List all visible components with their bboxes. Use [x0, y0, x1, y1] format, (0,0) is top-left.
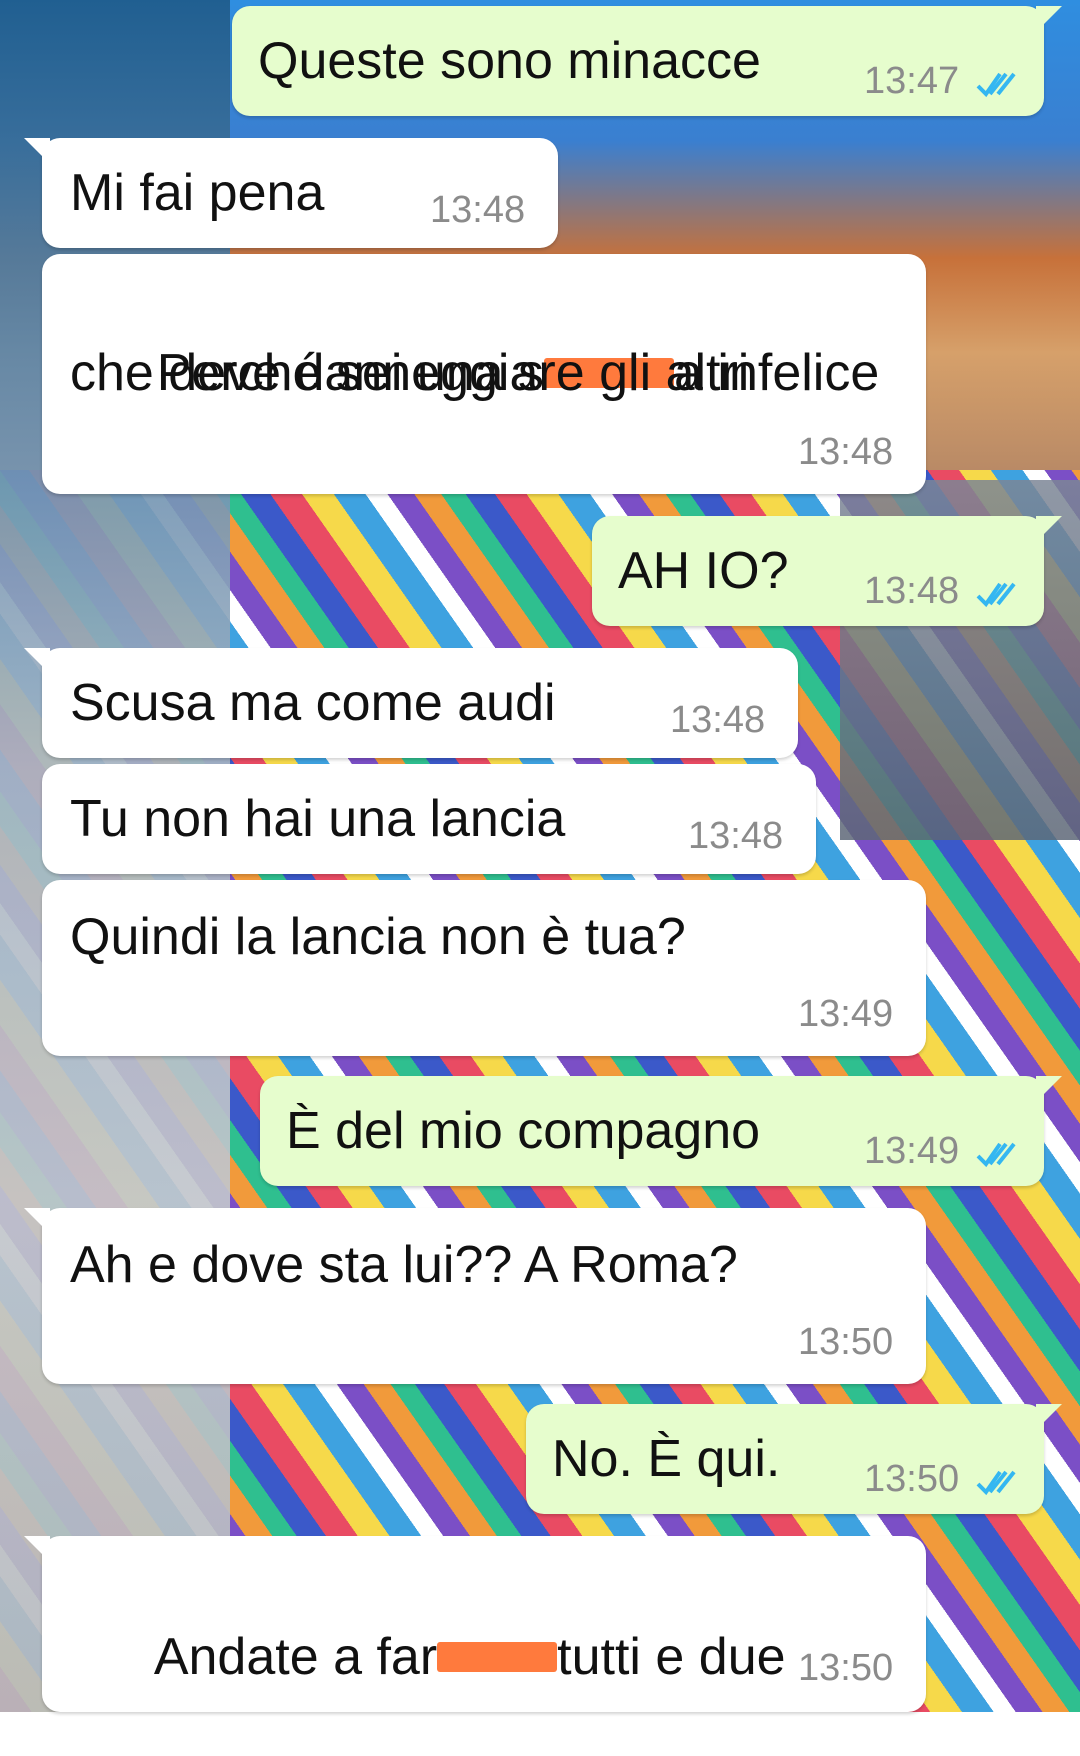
double-check-icon	[976, 72, 1016, 98]
message-text: Mi fai pena	[70, 164, 325, 222]
message-time: 13:50	[798, 1647, 894, 1689]
redaction-mark	[437, 1642, 558, 1673]
message-text: AH IO?	[618, 542, 789, 600]
message-text: Ah e dove sta lui?? A Roma?	[70, 1236, 738, 1294]
message-time: 13:48	[430, 189, 526, 231]
message-time: 13:48	[670, 699, 766, 741]
message-time: 13:48	[864, 570, 960, 612]
message-bubble-outgoing[interactable]: No. È qui. 13:50	[526, 1404, 1062, 1514]
message-text: Andate a far tutti e due	[70, 1558, 786, 1756]
message-bubble-incoming[interactable]: Andate a far tutti e due 13:50	[24, 1536, 926, 1712]
message-time: 13:49	[798, 993, 894, 1035]
message-bubble-outgoing[interactable]: Queste sono minacce 13:47	[232, 6, 1062, 116]
bubble-tail	[24, 138, 50, 164]
message-time: 13:48	[688, 815, 784, 857]
bubble-tail	[24, 648, 50, 674]
message-bubble-outgoing[interactable]: È del mio compagno 13:49	[260, 1076, 1062, 1186]
bubble-tail	[1036, 516, 1062, 542]
message-bubble-incoming[interactable]: Ah e dove sta lui?? A Roma? 13:50	[24, 1208, 926, 1384]
message-time: 13:50	[798, 1321, 894, 1363]
message-bubble-incoming[interactable]: Quindi la lancia non è tua? 13:49	[42, 880, 926, 1056]
double-check-icon	[976, 1142, 1016, 1168]
bubble-tail	[1036, 1076, 1062, 1102]
message-text-part: tutti e due	[557, 1628, 786, 1686]
message-text-line2: che deve danneggiare gli altri	[70, 344, 750, 402]
message-bubble-outgoing[interactable]: AH IO? 13:48	[592, 516, 1062, 626]
message-text: Quindi la lancia non è tua?	[70, 908, 686, 966]
double-check-icon	[976, 1470, 1016, 1496]
message-bubble-incoming[interactable]: Mi fai pena 13:48	[24, 138, 558, 248]
bubble-tail	[24, 1208, 50, 1234]
bubble-tail	[1036, 1404, 1062, 1430]
chat-message-list[interactable]: Queste sono minacce 13:47 Mi fai pena 13…	[0, 0, 1080, 1712]
message-text: Tu non hai una lancia	[70, 790, 566, 848]
message-time: 13:49	[864, 1130, 960, 1172]
message-time: 13:50	[864, 1458, 960, 1500]
double-check-icon	[976, 582, 1016, 608]
message-text: Queste sono minacce	[258, 32, 761, 90]
message-text-part: Andate a far	[153, 1628, 438, 1686]
message-bubble-incoming[interactable]: Scusa ma come audi 13:48	[24, 648, 798, 758]
message-text: È del mio compagno	[286, 1102, 761, 1160]
bubble-tail	[24, 1536, 50, 1562]
message-text: Scusa ma come audi	[70, 674, 556, 732]
message-bubble-incoming[interactable]: Perché sei una sa infelice che deve dann…	[42, 254, 926, 494]
message-text: No. È qui.	[552, 1430, 781, 1488]
message-time: 13:48	[798, 431, 894, 473]
message-bubble-incoming[interactable]: Tu non hai una lancia 13:48	[42, 764, 816, 874]
message-time: 13:47	[864, 60, 960, 102]
bubble-tail	[1036, 6, 1062, 32]
